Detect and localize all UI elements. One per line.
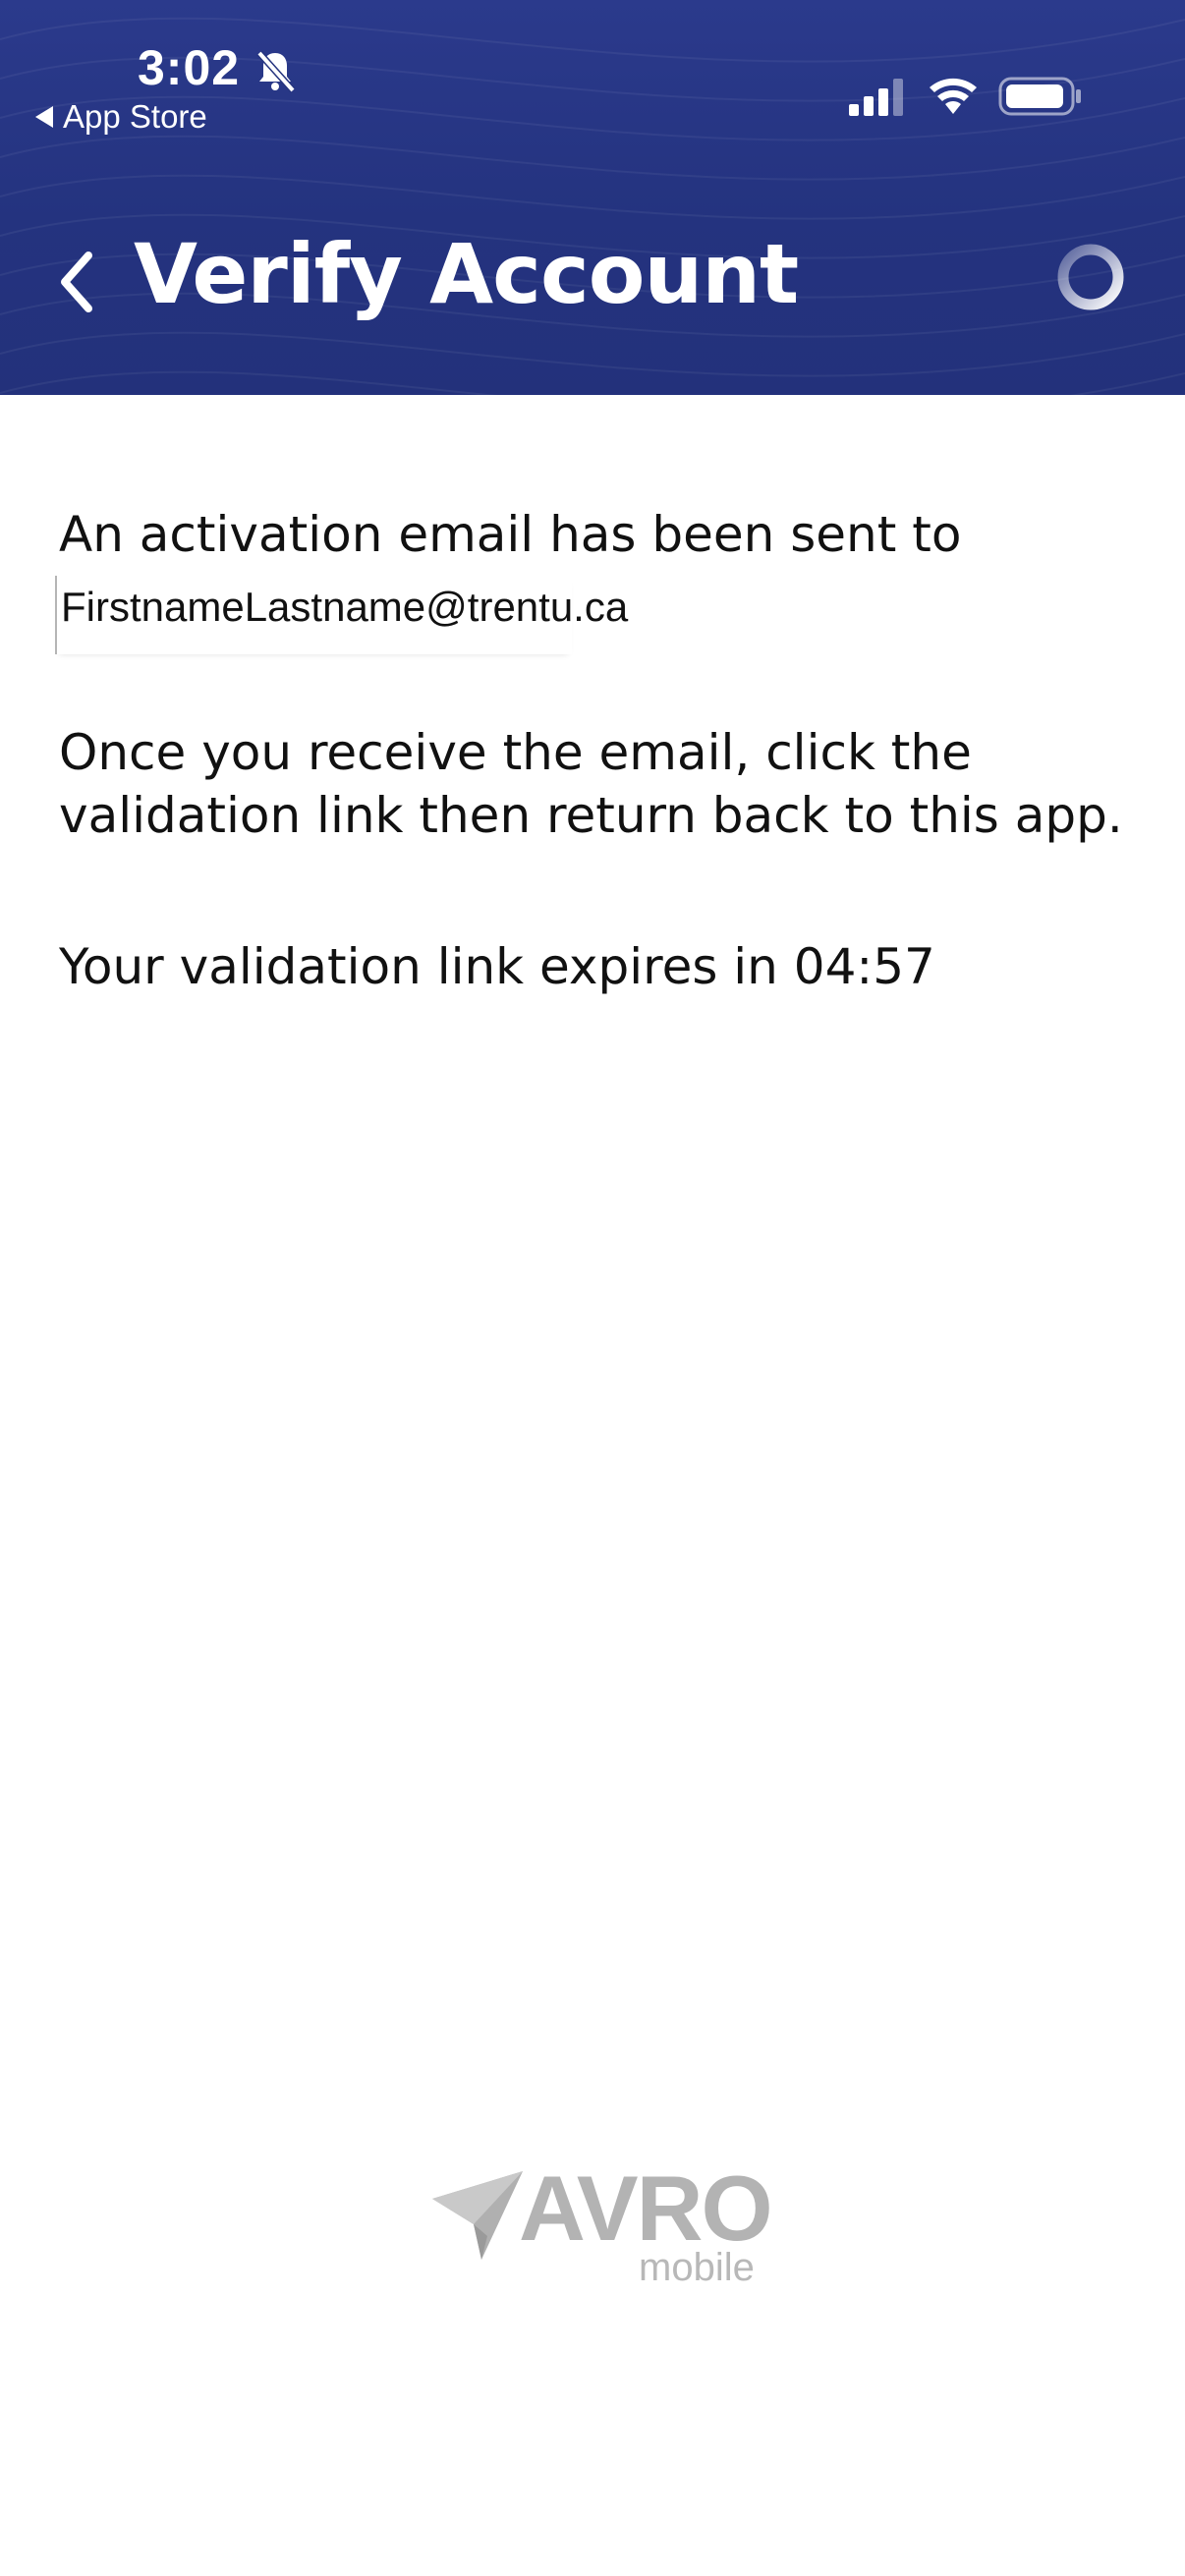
battery-icon: [998, 77, 1081, 116]
back-triangle-icon: [35, 106, 53, 128]
loading-spinner-icon: [1057, 244, 1124, 310]
expiry-text: Your validation link expires in 04:57: [59, 938, 935, 995]
page-title: Verify Account: [134, 226, 799, 322]
verify-account-screen: 3:02 App Store Verify Account An activat…: [0, 0, 1185, 2576]
logo-sub: mobile: [639, 2246, 755, 2289]
wifi-icon: [930, 78, 977, 114]
paper-plane-icon: [432, 2171, 523, 2260]
bell-slash-icon: [256, 50, 296, 93]
chevron-left-icon[interactable]: [55, 248, 98, 316]
status-time: 3:02: [138, 40, 241, 95]
header-bar: 3:02 App Store Verify Account: [0, 0, 1185, 395]
instructions-text: Once you receive the email, click the va…: [59, 724, 1123, 844]
avro-mobile-logo: AVRO mobile: [421, 2156, 773, 2289]
back-app-label: App Store: [63, 98, 207, 135]
signal-icon: [849, 79, 903, 116]
email-address: FirstnameLastname@trentu.ca: [55, 576, 628, 654]
back-to-app-store[interactable]: App Store: [35, 98, 207, 136]
activation-sent-text: An activation email has been sent to: [59, 506, 962, 563]
